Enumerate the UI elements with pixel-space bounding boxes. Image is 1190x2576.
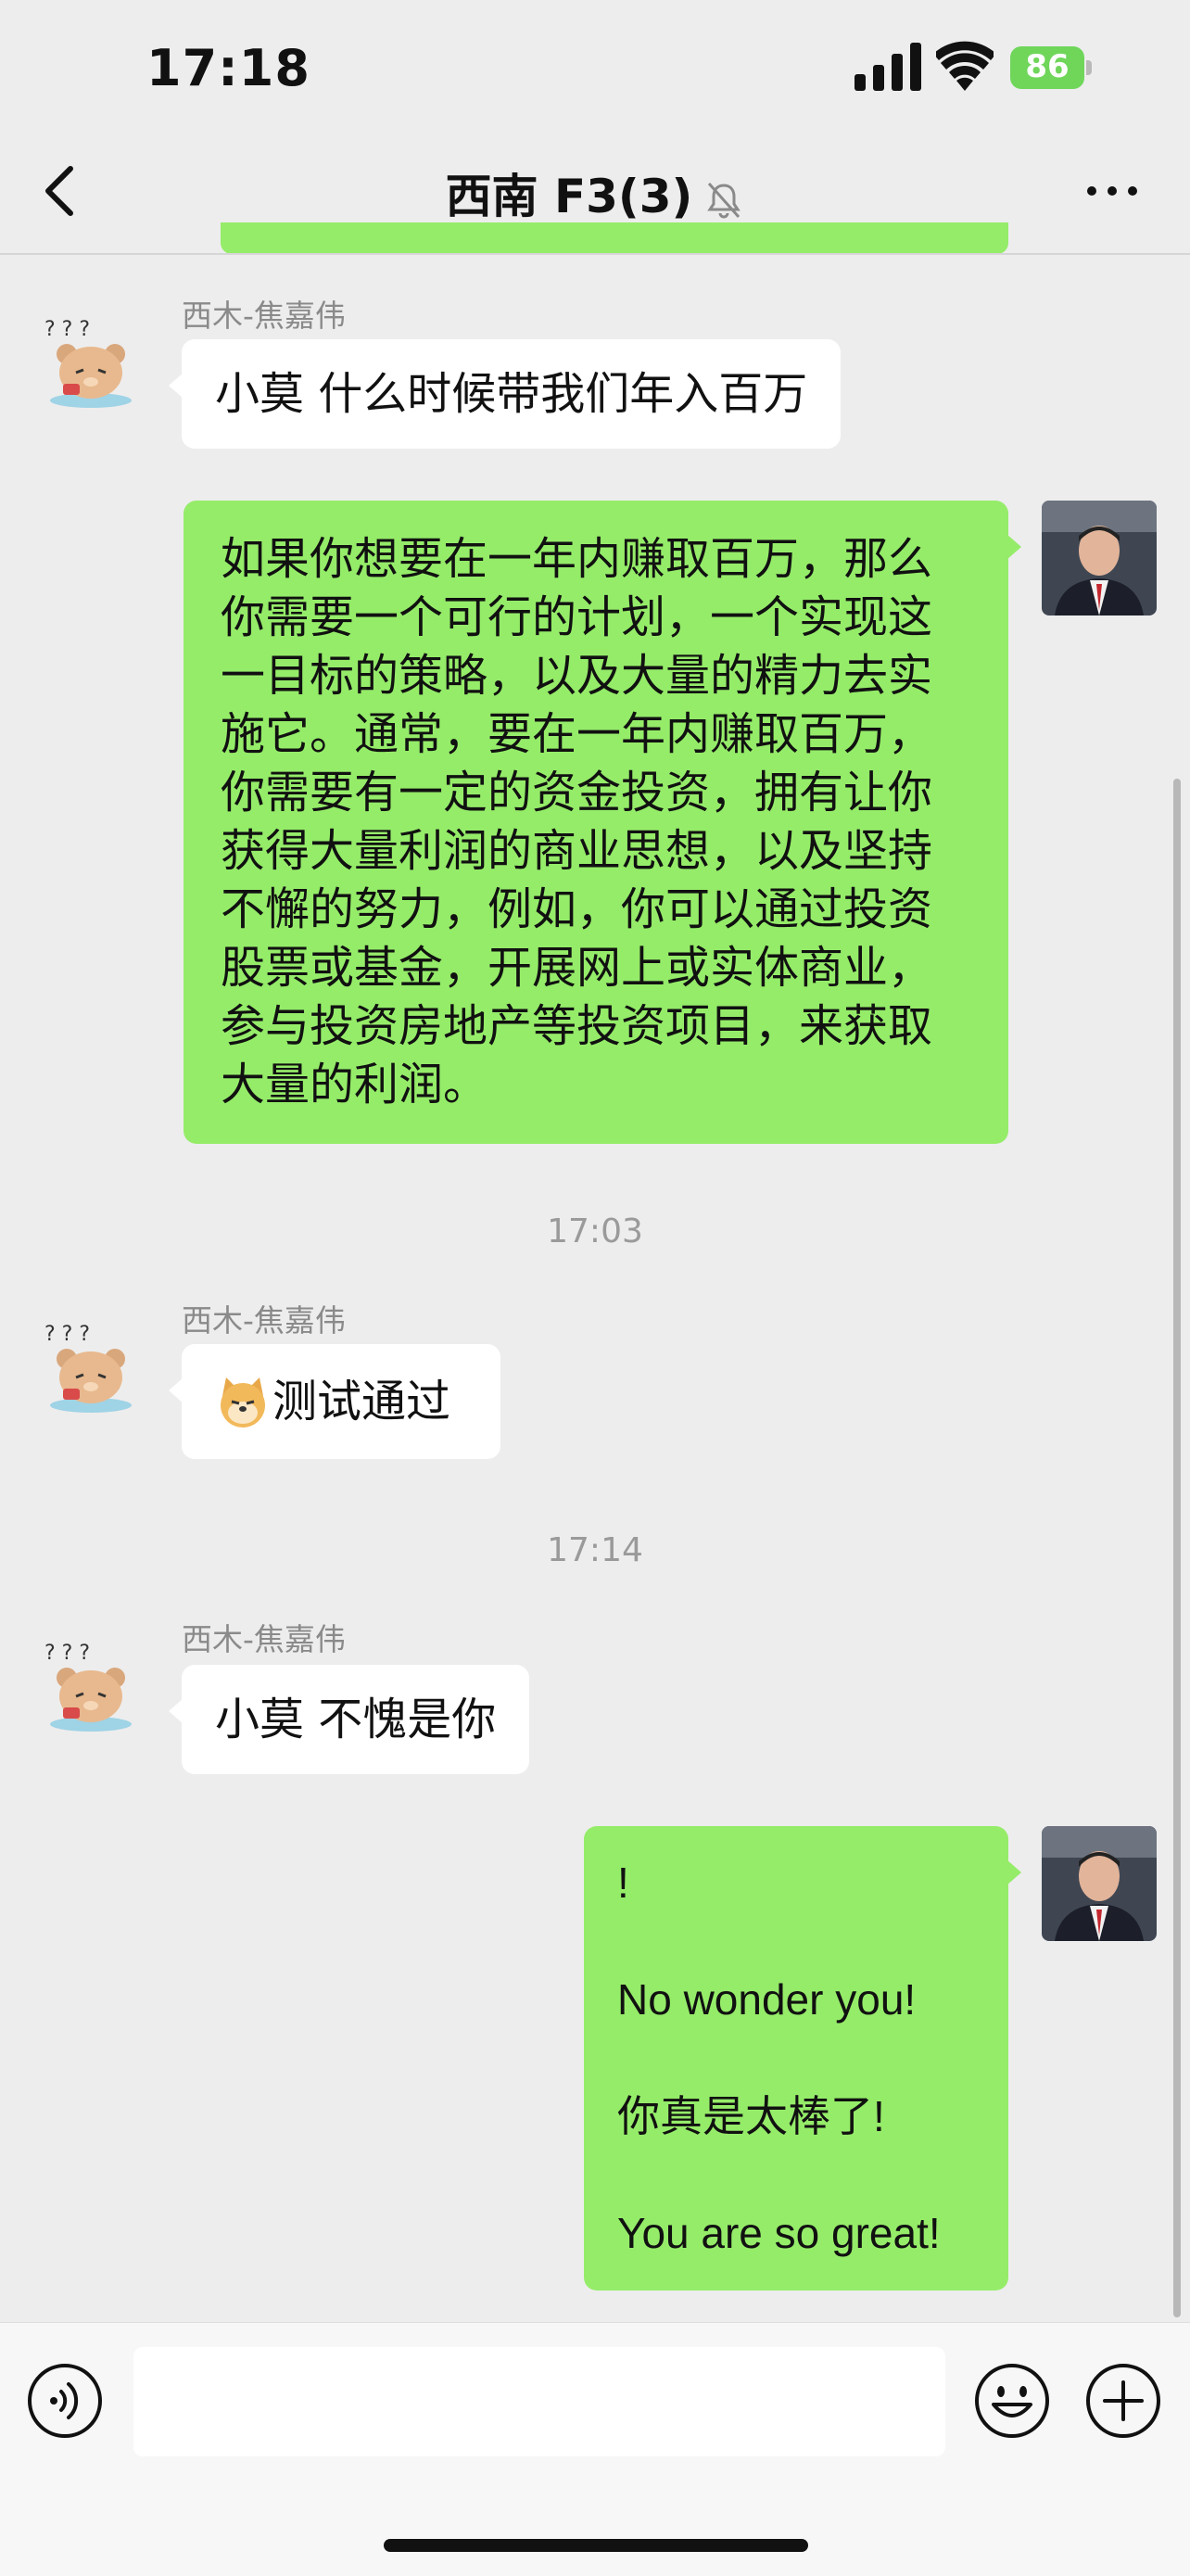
incoming-message-bubble[interactable]: 小莫 什么时候带我们年入百万: [168, 339, 842, 449]
user-photo-icon: [1042, 501, 1157, 615]
chat-timestamp: 17:14: [547, 1531, 643, 1569]
plus-icon[interactable]: [1084, 2362, 1162, 2440]
emoji-icon[interactable]: [973, 2362, 1051, 2440]
sender-name: 西木-焦嘉伟: [182, 298, 346, 334]
battery-icon: 86: [1010, 46, 1094, 89]
svg-text:? ? ?: ? ? ?: [44, 1323, 90, 1346]
status-time: 17:18: [146, 39, 310, 97]
my-avatar[interactable]: [1042, 501, 1157, 615]
voice-input-icon[interactable]: [26, 2362, 104, 2440]
incoming-message-bubble[interactable]: 测试通过: [169, 1344, 500, 1459]
chat-scrollbar[interactable]: [1173, 779, 1181, 2317]
chat-title-text: 西南 F3(3): [445, 170, 693, 223]
wifi-icon: [936, 41, 994, 91]
svg-text:? ? ?: ? ? ?: [44, 318, 90, 341]
sender-name: 西木-焦嘉伟: [182, 1302, 346, 1339]
sender-avatar-bear-icon[interactable]: ? ? ?: [39, 1316, 139, 1416]
outgoing-message-bubble[interactable]: 如果你想要在一年内赚取百万，那么你需要一个可行的计划，一个实现这一目标的策略，以…: [184, 501, 1021, 1144]
sender-name: 西木-焦嘉伟: [182, 1621, 346, 1657]
chat-timestamp: 17:03: [547, 1212, 643, 1250]
home-indicator[interactable]: [384, 2539, 808, 2552]
outgoing-message-bubble[interactable]: ! No wonder you! 你真是太棒了! You are so grea…: [584, 1826, 1021, 2290]
my-avatar[interactable]: [1042, 1826, 1157, 1941]
previous-message-bubble[interactable]: [221, 222, 1008, 254]
sender-avatar-bear-icon[interactable]: ? ? ?: [39, 311, 139, 412]
battery-level: 86: [1025, 48, 1070, 85]
message-text: 测试通过: [272, 1376, 451, 1428]
nav-divider: [0, 253, 1190, 255]
sender-avatar-bear-icon[interactable]: ? ? ?: [39, 1635, 139, 1735]
doge-emoji-icon: [221, 1377, 265, 1428]
cellular-signal-icon: [855, 43, 921, 91]
user-photo-icon: [1042, 1826, 1157, 1941]
chat-title: 西南 F3(3): [0, 159, 1190, 226]
muted-bell-icon: [707, 182, 741, 218]
message-input[interactable]: [133, 2347, 945, 2456]
more-options-icon[interactable]: [1084, 180, 1140, 202]
incoming-message-bubble[interactable]: 小莫 不愧是你: [168, 1665, 530, 1774]
svg-text:? ? ?: ? ? ?: [44, 1642, 90, 1665]
